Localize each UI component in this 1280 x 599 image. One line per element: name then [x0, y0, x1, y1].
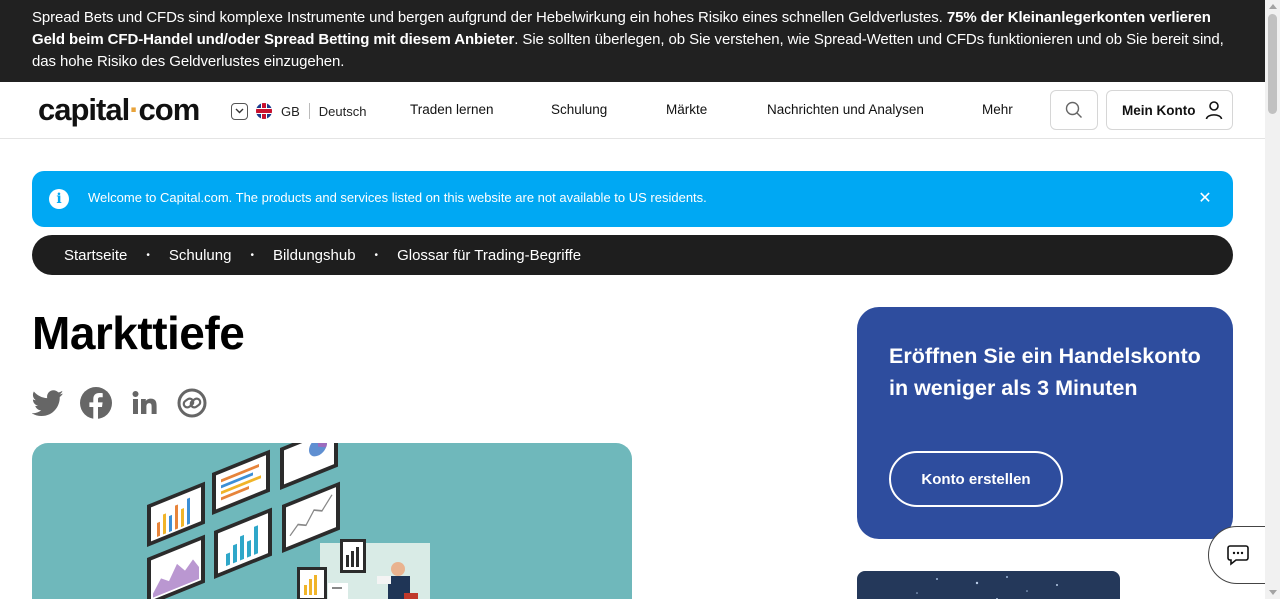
notice-text: Welcome to Capital.com. The products and… — [88, 190, 707, 205]
breadcrumb-schulung[interactable]: Schulung — [169, 247, 232, 264]
nav-schulung[interactable]: Schulung — [551, 102, 607, 117]
divider — [308, 103, 310, 119]
breadcrumb-separator: • — [250, 249, 254, 261]
facebook-icon — [80, 387, 112, 419]
open-account-card: Eröffnen Sie ein Handelskonto in weniger… — [857, 307, 1233, 539]
scroll-down-icon[interactable] — [1269, 590, 1277, 595]
us-residents-notice: i Welcome to Capital.com. The products a… — [32, 171, 1233, 227]
breadcrumb-glossar[interactable]: Glossar für Trading-Begriffe — [397, 247, 581, 264]
site-header: capital·com GB Deutsch Traden lernen Sch… — [0, 82, 1265, 139]
page-scrollbar[interactable] — [1265, 0, 1280, 599]
share-twitter-button[interactable] — [32, 387, 64, 419]
share-linkedin-button[interactable] — [128, 387, 160, 419]
hero-illustration — [32, 443, 632, 599]
create-account-button[interactable]: Konto erstellen — [889, 451, 1063, 507]
account-label: Mein Konto — [1122, 102, 1196, 118]
nav-maerkte[interactable]: Märkte — [666, 102, 707, 117]
chat-widget-button[interactable] — [1208, 526, 1268, 584]
language-label: Deutsch — [318, 103, 367, 119]
risk-warning-text: Spread Bets und CFDs sind komplexe Instr… — [32, 9, 947, 26]
scrollbar-thumb[interactable] — [1268, 14, 1277, 114]
breadcrumb: Startseite • Schulung • Bildungshub • Gl… — [32, 235, 1233, 275]
search-icon — [1065, 101, 1082, 118]
logo-text-left: capital — [38, 92, 130, 127]
share-link-button[interactable] — [176, 387, 208, 419]
link-icon — [177, 388, 207, 418]
uk-flag-icon — [256, 103, 272, 119]
search-button[interactable] — [1050, 90, 1098, 130]
chat-icon — [1227, 545, 1249, 566]
breadcrumb-separator: • — [146, 249, 150, 261]
user-icon — [1205, 101, 1222, 120]
cta-heading: Eröffnen Sie ein Handelskonto in weniger… — [889, 344, 1201, 400]
nav-nachrichten[interactable]: Nachrichten und Analysen — [767, 102, 924, 117]
capital-logo[interactable]: capital·com — [38, 92, 201, 128]
breadcrumb-separator: • — [374, 249, 379, 261]
promo-banner[interactable] — [857, 571, 1120, 599]
region-code: GB — [281, 103, 300, 119]
nav-traden-lernen[interactable]: Traden lernen — [410, 102, 494, 117]
logo-text-right: com — [138, 92, 201, 127]
scroll-up-icon[interactable] — [1269, 4, 1277, 9]
breadcrumb-startseite[interactable]: Startseite — [64, 247, 127, 264]
logo-dot: · — [129, 92, 139, 127]
risk-warning-banner: Spread Bets und CFDs sind komplexe Instr… — [0, 0, 1265, 82]
my-account-button[interactable]: Mein Konto — [1106, 90, 1233, 130]
page-title: Markttiefe — [32, 307, 245, 359]
breadcrumb-bildungshub[interactable]: Bildungshub — [273, 247, 356, 264]
nav-mehr[interactable]: Mehr — [982, 102, 1013, 117]
close-icon[interactable]: ✕ — [1197, 188, 1213, 208]
chevron-down-icon — [231, 102, 248, 120]
region-language-selector[interactable]: GB Deutsch — [231, 101, 367, 121]
linkedin-icon — [132, 391, 157, 414]
twitter-icon — [32, 389, 64, 416]
share-facebook-button[interactable] — [80, 387, 112, 419]
info-icon: i — [49, 189, 69, 209]
